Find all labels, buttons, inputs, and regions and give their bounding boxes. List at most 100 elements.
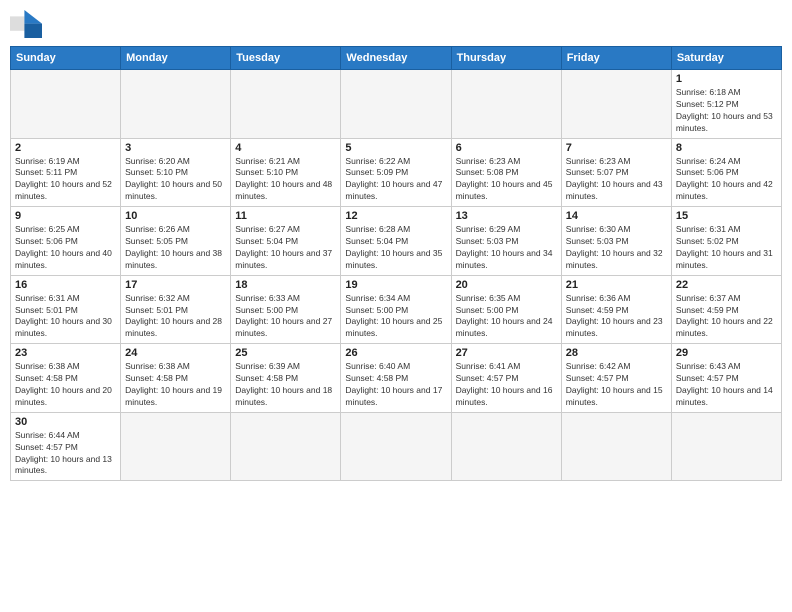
table-cell: 28 Sunrise: 6:42 AMSunset: 4:57 PMDayligh… (561, 344, 671, 413)
day-info: Sunrise: 6:23 AMSunset: 5:08 PMDaylight:… (456, 156, 557, 204)
day-number: 17 (125, 279, 226, 291)
table-cell: 9Sunrise: 6:25 AMSunset: 5:06 PMDaylight… (11, 207, 121, 276)
day-info: Sunrise: 6:36 AMSunset: 4:59 PMDaylight:… (566, 293, 667, 341)
table-cell (341, 70, 451, 139)
day-number: 22 (676, 279, 777, 291)
table-cell (121, 70, 231, 139)
table-cell: 7 Sunrise: 6:23 AMSunset: 5:07 PMDaylight… (561, 138, 671, 207)
table-cell: 11Sunrise: 6:27 AMSunset: 5:04 PMDayligh… (231, 207, 341, 276)
day-number: 26 (345, 347, 446, 359)
table-cell: 6 Sunrise: 6:23 AMSunset: 5:08 PMDaylight… (451, 138, 561, 207)
calendar-row: 2Sunrise: 6:19 AMSunset: 5:11 PMDaylight… (11, 138, 782, 207)
day-number: 21 (566, 279, 667, 291)
day-info: Sunrise: 6:33 AMSunset: 5:00 PMDaylight:… (235, 293, 336, 341)
col-wednesday: Wednesday (341, 47, 451, 70)
day-number: 4 (235, 142, 336, 154)
table-cell: 25 Sunrise: 6:39 AMSunset: 4:58 PMDayligh… (231, 344, 341, 413)
day-number: 29 (676, 347, 777, 359)
table-cell: 30 Sunrise: 6:44 AMSunset: 4:57 PMDayligh… (11, 412, 121, 481)
day-info: Sunrise: 6:40 AMSunset: 4:58 PMDaylight:… (345, 361, 446, 409)
day-number: 6 (456, 142, 557, 154)
day-info: Sunrise: 6:37 AMSunset: 4:59 PMDaylight:… (676, 293, 777, 341)
day-number: 3 (125, 142, 226, 154)
day-number: 5 (345, 142, 446, 154)
day-number: 12 (345, 210, 446, 222)
calendar-row: 1 Sunrise: 6:18 AMSunset: 5:12 PMDaylight… (11, 70, 782, 139)
day-info: Sunrise: 6:43 AMSunset: 4:57 PMDaylight:… (676, 361, 777, 409)
day-number: 24 (125, 347, 226, 359)
day-info: Sunrise: 6:28 AMSunset: 5:04 PMDaylight:… (345, 224, 446, 272)
table-cell: 15Sunrise: 6:31 AMSunset: 5:02 PMDayligh… (671, 207, 781, 276)
day-number: 30 (15, 416, 116, 428)
table-cell: 8Sunrise: 6:24 AMSunset: 5:06 PMDaylight… (671, 138, 781, 207)
table-cell: 4Sunrise: 6:21 AMSunset: 5:10 PMDaylight… (231, 138, 341, 207)
day-info: Sunrise: 6:38 AMSunset: 4:58 PMDaylight:… (125, 361, 226, 409)
table-cell: 21 Sunrise: 6:36 AMSunset: 4:59 PMDayligh… (561, 275, 671, 344)
day-number: 27 (456, 347, 557, 359)
col-tuesday: Tuesday (231, 47, 341, 70)
day-info: Sunrise: 6:19 AMSunset: 5:11 PMDaylight:… (15, 156, 116, 204)
table-cell (121, 412, 231, 481)
day-info: Sunrise: 6:25 AMSunset: 5:06 PMDaylight:… (15, 224, 116, 272)
table-cell (11, 70, 121, 139)
day-info: Sunrise: 6:30 AMSunset: 5:03 PMDaylight:… (566, 224, 667, 272)
table-cell (561, 412, 671, 481)
table-cell: 2Sunrise: 6:19 AMSunset: 5:11 PMDaylight… (11, 138, 121, 207)
day-info: Sunrise: 6:34 AMSunset: 5:00 PMDaylight:… (345, 293, 446, 341)
day-number: 1 (676, 73, 777, 85)
day-info: Sunrise: 6:22 AMSunset: 5:09 PMDaylight:… (345, 156, 446, 204)
day-info: Sunrise: 6:32 AMSunset: 5:01 PMDaylight:… (125, 293, 226, 341)
table-cell: 17 Sunrise: 6:32 AMSunset: 5:01 PMDayligh… (121, 275, 231, 344)
day-info: Sunrise: 6:42 AMSunset: 4:57 PMDaylight:… (566, 361, 667, 409)
page: Sunday Monday Tuesday Wednesday Thursday… (0, 0, 792, 612)
day-number: 14 (566, 210, 667, 222)
table-cell: 18 Sunrise: 6:33 AMSunset: 5:00 PMDayligh… (231, 275, 341, 344)
table-cell: 23 Sunrise: 6:38 AMSunset: 4:58 PMDayligh… (11, 344, 121, 413)
day-number: 28 (566, 347, 667, 359)
day-number: 25 (235, 347, 336, 359)
day-info: Sunrise: 6:31 AMSunset: 5:01 PMDaylight:… (15, 293, 116, 341)
day-info: Sunrise: 6:26 AMSunset: 5:05 PMDaylight:… (125, 224, 226, 272)
logo (10, 10, 46, 38)
day-number: 18 (235, 279, 336, 291)
table-cell: 29 Sunrise: 6:43 AMSunset: 4:57 PMDayligh… (671, 344, 781, 413)
table-cell: 10Sunrise: 6:26 AMSunset: 5:05 PMDayligh… (121, 207, 231, 276)
day-number: 13 (456, 210, 557, 222)
table-cell: 20Sunrise: 6:35 AMSunset: 5:00 PMDayligh… (451, 275, 561, 344)
day-info: Sunrise: 6:23 AMSunset: 5:07 PMDaylight:… (566, 156, 667, 204)
calendar: Sunday Monday Tuesday Wednesday Thursday… (10, 46, 782, 481)
table-cell: 26 Sunrise: 6:40 AMSunset: 4:58 PMDayligh… (341, 344, 451, 413)
weekday-header-row: Sunday Monday Tuesday Wednesday Thursday… (11, 47, 782, 70)
day-info: Sunrise: 6:18 AMSunset: 5:12 PMDaylight:… (676, 87, 777, 135)
table-cell: 19Sunrise: 6:34 AMSunset: 5:00 PMDayligh… (341, 275, 451, 344)
table-cell: 24 Sunrise: 6:38 AMSunset: 4:58 PMDayligh… (121, 344, 231, 413)
table-cell (451, 412, 561, 481)
day-info: Sunrise: 6:38 AMSunset: 4:58 PMDaylight:… (15, 361, 116, 409)
col-friday: Friday (561, 47, 671, 70)
day-info: Sunrise: 6:35 AMSunset: 5:00 PMDaylight:… (456, 293, 557, 341)
table-cell (561, 70, 671, 139)
table-cell: 14 Sunrise: 6:30 AMSunset: 5:03 PMDayligh… (561, 207, 671, 276)
table-cell: 5 Sunrise: 6:22 AMSunset: 5:09 PMDaylight… (341, 138, 451, 207)
table-cell: 3 Sunrise: 6:20 AMSunset: 5:10 PMDaylight… (121, 138, 231, 207)
table-cell (671, 412, 781, 481)
day-number: 23 (15, 347, 116, 359)
calendar-row: 23 Sunrise: 6:38 AMSunset: 4:58 PMDayligh… (11, 344, 782, 413)
day-info: Sunrise: 6:44 AMSunset: 4:57 PMDaylight:… (15, 430, 116, 478)
calendar-row: 9Sunrise: 6:25 AMSunset: 5:06 PMDaylight… (11, 207, 782, 276)
table-cell (231, 412, 341, 481)
col-sunday: Sunday (11, 47, 121, 70)
table-cell (451, 70, 561, 139)
table-cell: 22 Sunrise: 6:37 AMSunset: 4:59 PMDayligh… (671, 275, 781, 344)
day-info: Sunrise: 6:24 AMSunset: 5:06 PMDaylight:… (676, 156, 777, 204)
day-info: Sunrise: 6:20 AMSunset: 5:10 PMDaylight:… (125, 156, 226, 204)
table-cell: 12 Sunrise: 6:28 AMSunset: 5:04 PMDayligh… (341, 207, 451, 276)
day-info: Sunrise: 6:39 AMSunset: 4:58 PMDaylight:… (235, 361, 336, 409)
day-number: 16 (15, 279, 116, 291)
table-cell: 1 Sunrise: 6:18 AMSunset: 5:12 PMDaylight… (671, 70, 781, 139)
day-info: Sunrise: 6:27 AMSunset: 5:04 PMDaylight:… (235, 224, 336, 272)
table-cell: 16 Sunrise: 6:31 AMSunset: 5:01 PMDayligh… (11, 275, 121, 344)
table-cell: 27Sunrise: 6:41 AMSunset: 4:57 PMDayligh… (451, 344, 561, 413)
col-saturday: Saturday (671, 47, 781, 70)
day-number: 7 (566, 142, 667, 154)
